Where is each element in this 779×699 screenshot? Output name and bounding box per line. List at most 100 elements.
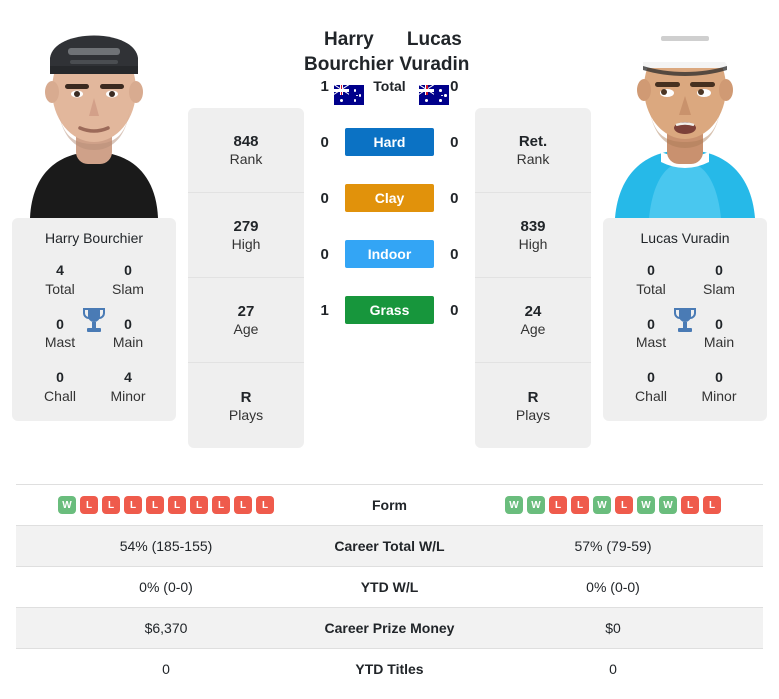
left-ytd-titles: 0 [162, 661, 170, 678]
h2h-row-grass: 1 Grass 0 [304, 282, 475, 338]
profile-rank: 848 Rank [188, 108, 304, 193]
h2h-left-score: 0 [320, 189, 329, 207]
left-player-titles-card: Harry Bourchier 4 Total 0 Slam 0 Mast 0 … [12, 218, 176, 422]
right-form-badges: WWLLWLWWLL [463, 496, 763, 514]
form-badge-l: L [615, 496, 633, 514]
stat-chall: 0 Chall [44, 369, 76, 404]
h2h-label-grass[interactable]: Grass [345, 296, 434, 324]
h2h-right-score: 0 [450, 189, 459, 207]
h2h-row-total: 1 Total 0 [304, 58, 475, 114]
right-player-titles-grid: 0 Total 0 Slam 0 Mast 0 Main 0 Chall 0 M… [611, 262, 759, 405]
form-badge-w: W [593, 496, 611, 514]
stat-slam: 0 Slam [112, 262, 144, 297]
form-badge-l: L [124, 496, 142, 514]
row-label-ytd-titles: YTD Titles [355, 661, 424, 678]
form-badge-l: L [549, 496, 567, 514]
h2h-left-score: 1 [320, 301, 329, 319]
form-badge-l: L [681, 496, 699, 514]
profile-age: 27 Age [188, 278, 304, 363]
table-row-prize-money: $6,370 Career Prize Money $0 [16, 607, 763, 649]
trophy-icon [83, 308, 105, 332]
profile-plays: R Plays [515, 388, 551, 423]
left-player-titles-grid: 4 Total 0 Slam 0 Mast 0 Main 0 Chall 4 M… [20, 262, 168, 405]
right-player-column: Lucas Vuradin 0 Total 0 Slam 0 Mast 0 Ma… [591, 0, 779, 422]
right-career-total-wl: 57% (79-59) [463, 525, 763, 567]
stat-chall: 0 Chall [635, 369, 667, 404]
right-ytd-wl: 0% (0-0) [586, 579, 640, 595]
left-player-card-name: Harry Bourchier [44, 230, 144, 246]
h2h-right-score: 0 [450, 301, 459, 319]
form-badge-l: L [168, 496, 186, 514]
right-first-name: Lucas [406, 29, 462, 50]
form-badge-l: L [190, 496, 208, 514]
h2h-row-indoor: 0 Indoor 0 [304, 226, 475, 282]
form-badge-l: L [256, 496, 274, 514]
left-career-prize-money: $6,370 [16, 607, 316, 649]
form-badge-l: L [80, 496, 98, 514]
h2h-label-clay[interactable]: Clay [345, 184, 434, 212]
form-badge-w: W [527, 496, 545, 514]
form-badge-w: W [637, 496, 655, 514]
left-form-badges: WLLLLLLLLL [16, 496, 316, 514]
right-player-profile-strip: Ret. Rank 839 High 24 Age R Plays [475, 108, 591, 448]
left-first-name: Harry [324, 29, 374, 50]
head-to-head-center: Harry Bourchier Lucas Vuradin 1 Total 0 … [304, 0, 475, 472]
form-badge-l: L [146, 496, 164, 514]
profile-age: 24 Age [475, 278, 591, 363]
left-ytd-wl: 0% (0-0) [139, 579, 193, 595]
titles-row: 4 Total 0 Slam [20, 262, 168, 298]
stat-main: 0 Main [703, 315, 735, 351]
form-badge-l: L [703, 496, 721, 514]
left-form-cell: WLLLLLLLLL [16, 485, 316, 526]
form-badge-l: L [102, 496, 120, 514]
row-label-career-prize-money: Career Prize Money [316, 607, 463, 649]
h2h-label-indoor[interactable]: Indoor [345, 240, 434, 268]
table-row-form: WLLLLLLLLL Form WWLLWLWWLL [16, 484, 763, 526]
right-form-cell: WWLLWLWWLL [463, 485, 763, 526]
right-player-photo [591, 0, 779, 218]
right-player-portrait-icon [615, 33, 755, 218]
stat-main: 0 Main [112, 315, 144, 351]
form-badge-w: W [659, 496, 677, 514]
left-player-photo [0, 0, 188, 218]
row-label-career-total-wl: Career Total W/L [316, 525, 463, 567]
form-badge-l: L [234, 496, 252, 514]
form-badge-w: W [505, 496, 523, 514]
stat-minor: 4 Minor [110, 369, 146, 404]
right-career-prize-money: $0 [463, 607, 763, 649]
left-player-column: Harry Bourchier 4 Total 0 Slam 0 Mast 0 … [0, 0, 188, 422]
profile-plays: R Plays [228, 388, 264, 423]
h2h-label-total: Total [373, 78, 406, 94]
trophy-icon [674, 308, 696, 332]
h2h-left-score: 0 [320, 133, 329, 151]
right-player-card-name: Lucas Vuradin [640, 230, 730, 246]
h2h-right-score: 0 [450, 77, 459, 95]
stat-slam: 0 Slam [703, 262, 735, 297]
titles-row: 0 Chall 0 Minor [611, 369, 759, 405]
left-career-total-wl: 54% (185-155) [16, 525, 316, 567]
right-player-titles-card: Lucas Vuradin 0 Total 0 Slam 0 Mast 0 Ma… [603, 218, 767, 422]
profile-high: 279 High [188, 193, 304, 278]
h2h-left-score: 1 [320, 77, 329, 95]
profile-rank: Ret. Rank [475, 108, 591, 193]
form-badge-l: L [571, 496, 589, 514]
stat-total: 0 Total [636, 262, 666, 297]
form-badge-w: W [58, 496, 76, 514]
stat-minor: 0 Minor [701, 369, 737, 404]
titles-row: 0 Chall 4 Minor [20, 369, 168, 405]
profile-high: 839 High [475, 193, 591, 278]
left-player-profile-strip: 848 Rank 279 High 27 Age R Plays [188, 108, 304, 448]
left-player-portrait-icon [30, 35, 158, 218]
form-badge-l: L [212, 496, 230, 514]
row-label-ytd-wl: YTD W/L [360, 579, 419, 595]
h2h-row-clay: 0 Clay 0 [304, 170, 475, 226]
h2h-label-hard[interactable]: Hard [345, 128, 434, 156]
comparison-table: WLLLLLLLLL Form WWLLWLWWLL 54% (185-155)… [16, 484, 763, 690]
h2h-left-score: 0 [320, 245, 329, 263]
surface-breakdown: 1 Total 0 0 Hard 0 0 Clay 0 0 Indoor 0 1 [304, 58, 475, 338]
right-ytd-titles: 0 [609, 661, 617, 678]
table-row-ytd-titles: 0 YTD Titles 0 [16, 648, 763, 690]
h2h-row-hard: 0 Hard 0 [304, 114, 475, 170]
titles-row: 0 Total 0 Slam [611, 262, 759, 298]
stat-total: 4 Total [45, 262, 75, 297]
